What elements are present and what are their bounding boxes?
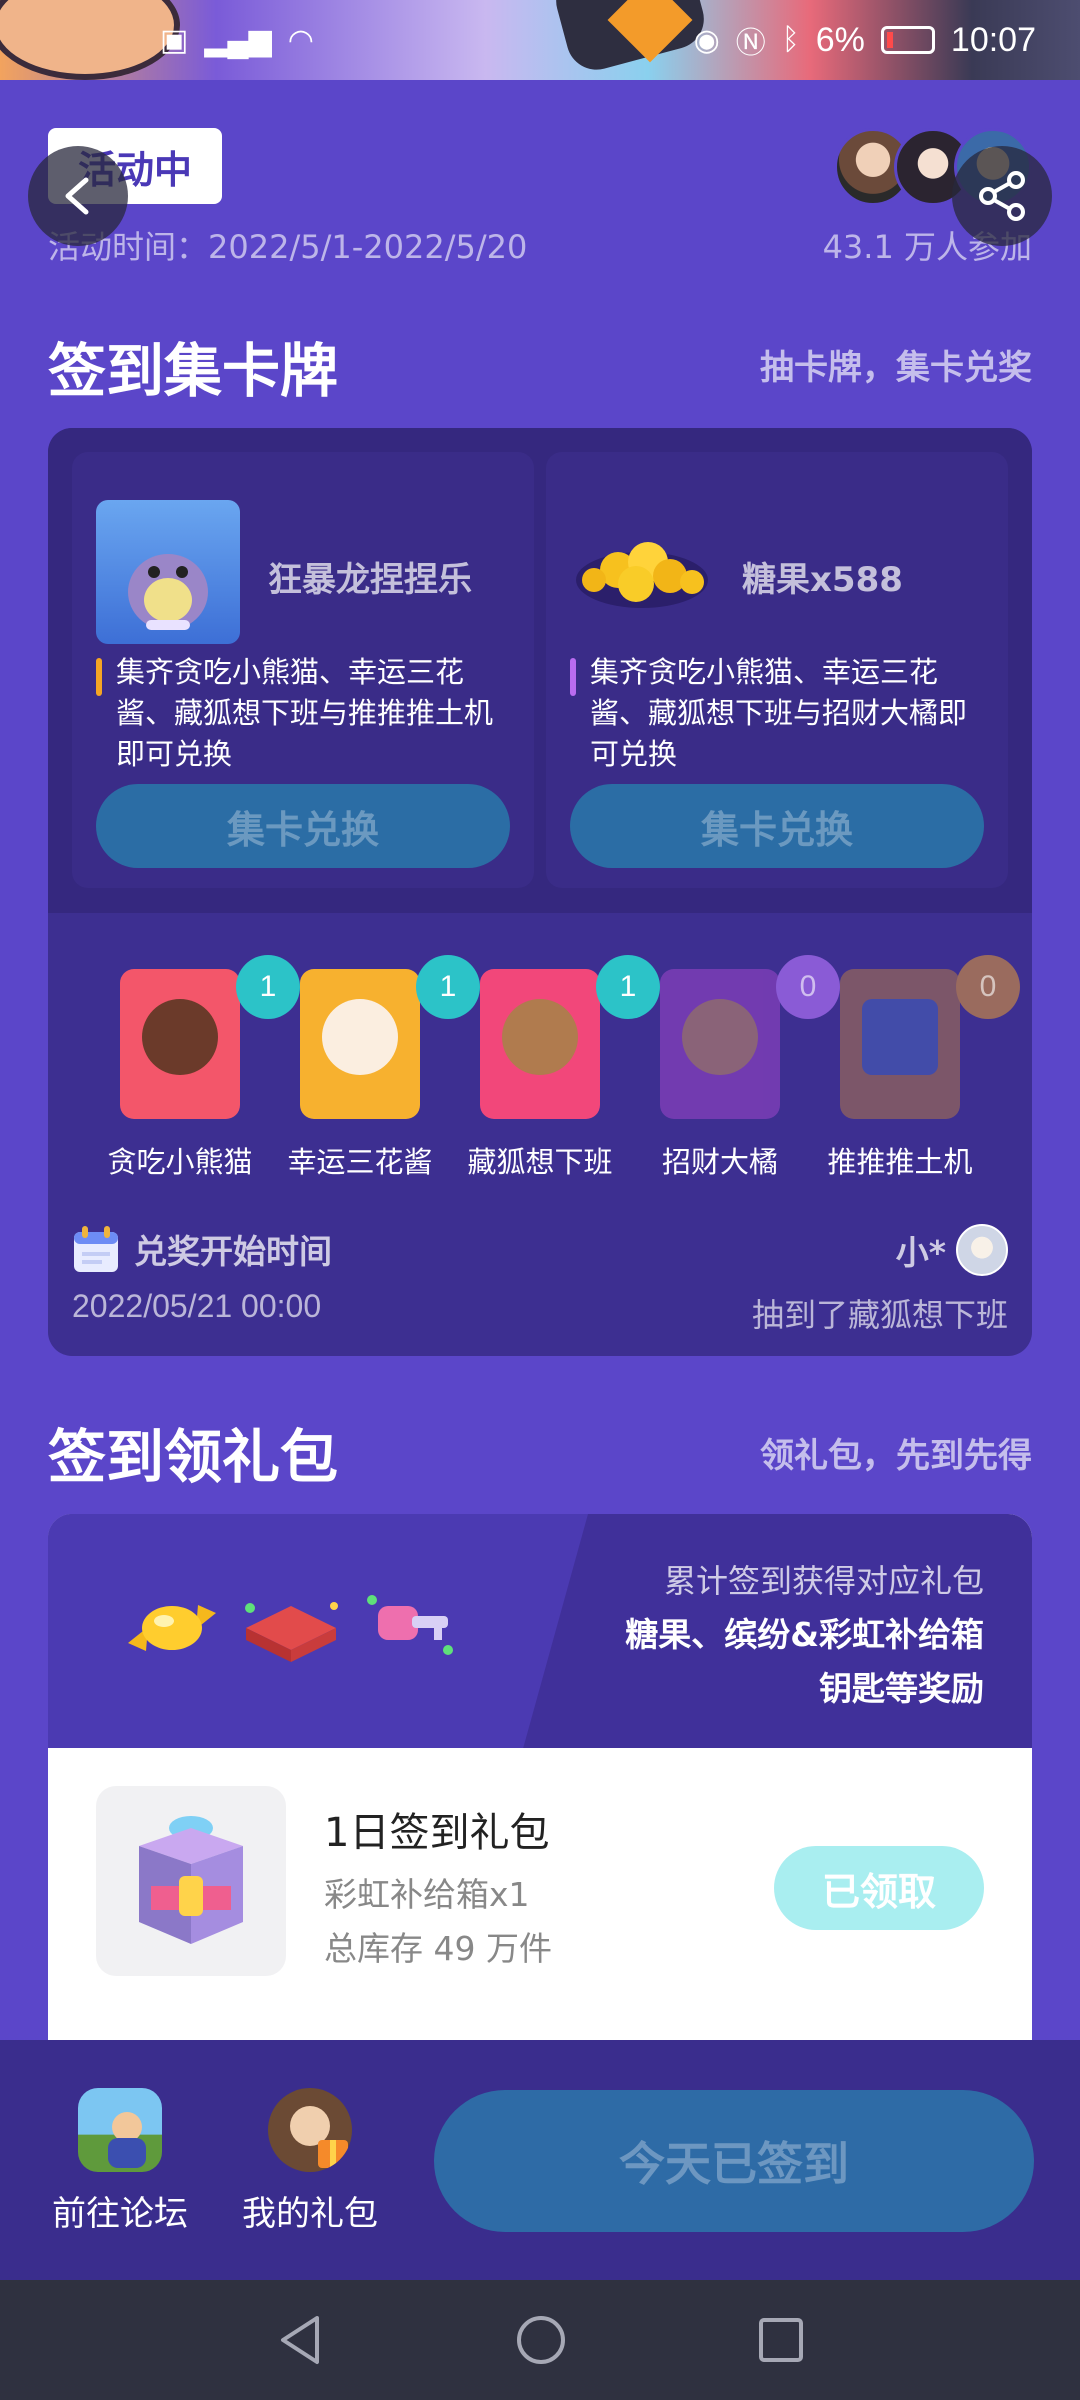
eye-icon: ◉ — [693, 23, 720, 57]
gift-item: 彩虹补给箱x1 — [324, 1875, 530, 1914]
card-collection-row: 1 贪吃小熊猫 1 幸运三花酱 1 藏狐想下班 0 招财大橘 0 推推推土机 — [48, 913, 1032, 1179]
candy-image — [570, 500, 714, 644]
redeem-cards-button[interactable]: 集卡兑换 — [570, 784, 984, 868]
card-label: 幸运三花酱 — [287, 1145, 433, 1179]
gift-item-row: 1日签到礼包 彩虹补给箱x1 总库存 49 万件 已领取 — [48, 1748, 1032, 2048]
reward-description: 集齐贪吃小熊猫、幸运三花酱、藏狐想下班与招财大橘即可兑换 — [570, 652, 990, 775]
candy-icon — [128, 1605, 216, 1651]
home-circle-icon[interactable] — [515, 2314, 567, 2366]
recent-draw-info: 小* 抽到了藏狐想下班 — [752, 1224, 1008, 1336]
bluetooth-icon: ᛒ — [781, 23, 800, 56]
rainbow-supply-box-image — [96, 1786, 286, 1976]
share-button[interactable] — [952, 146, 1052, 246]
card-lucky-orange-cat[interactable]: 0 招财大橘 — [630, 955, 840, 1181]
my-gifts-label: 我的礼包 — [242, 2194, 378, 2234]
gift-title: 1日签到礼包 — [324, 1810, 550, 1856]
signal-icon: ▂▄▆ — [204, 23, 272, 57]
wifi-icon: ◠ — [287, 23, 314, 57]
event-time: 活动时间：2022/5/1-2022/5/20 — [48, 228, 528, 266]
gift-section-title: 签到领礼包 — [48, 1423, 339, 1491]
redeem-cards-button[interactable]: 集卡兑换 — [96, 784, 510, 868]
calendar-icon — [74, 1226, 118, 1272]
reward-dino-toy: 狂暴龙捏捏乐 集齐贪吃小熊猫、幸运三花酱、藏狐想下班与推推推土机即可兑换 集卡兑… — [72, 452, 534, 888]
card-section-subtitle: 抽卡牌，集卡兑奖 — [760, 348, 1032, 388]
back-button[interactable] — [28, 146, 128, 246]
card-section-title: 签到集卡牌 — [48, 337, 339, 405]
gift-banner-line1: 累计签到获得对应礼包 — [663, 1562, 984, 1600]
card-bulldozer[interactable]: 0 推推推土机 — [810, 955, 1020, 1181]
card-image: 1 — [120, 955, 300, 1119]
gift-banner-line2: 糖果、缤纷&彩虹补给箱 — [625, 1615, 984, 1654]
card-label: 推推推土机 — [827, 1145, 973, 1179]
card-tibetan-fox[interactable]: 1 藏狐想下班 — [450, 955, 660, 1181]
supply-box-icon — [245, 1602, 338, 1662]
card-label: 藏狐想下班 — [467, 1145, 613, 1179]
card-image — [840, 969, 960, 1119]
card-panda[interactable]: 1 贪吃小熊猫 — [90, 955, 300, 1181]
card-calico-cat[interactable]: 1 幸运三花酱 — [270, 955, 480, 1181]
reward-candy: 糖果x588 集齐贪吃小熊猫、幸运三花酱、藏狐想下班与招财大橘即可兑换 集卡兑换 — [546, 452, 1008, 888]
recent-user-name: 小* — [895, 1233, 946, 1272]
clock: 10:07 — [950, 20, 1036, 59]
bottom-action-bar: 前往论坛 我的礼包 今天已签到 — [0, 2040, 1080, 2280]
reward-area: 狂暴龙捏捏乐 集齐贪吃小熊猫、幸运三花酱、藏狐想下班与推推推土机即可兑换 集卡兑… — [48, 428, 1032, 913]
battery-icon — [880, 26, 935, 54]
key-icon — [367, 1595, 453, 1655]
share-icon — [979, 171, 1025, 221]
recent-draw-message: 抽到了藏狐想下班 — [751, 1296, 1008, 1334]
claimed-button[interactable]: 已领取 — [774, 1846, 984, 1930]
avatar — [956, 1224, 1008, 1276]
gift-stock: 总库存 49 万件 — [324, 1929, 552, 1968]
gift-box-icon — [268, 2088, 352, 2172]
nfc-icon: Ⓝ — [735, 27, 766, 60]
card-image: 1 — [480, 955, 660, 1119]
redeem-start-label: 兑奖开始时间 — [134, 1232, 332, 1271]
forum-label: 前往论坛 — [52, 2194, 188, 2234]
back-triangle-icon[interactable] — [275, 2314, 325, 2366]
sim-icon: ▣ — [160, 23, 189, 57]
gift-banner: 累计签到获得对应礼包 糖果、缤纷&彩虹补给箱 钥匙等奖励 — [48, 1514, 1032, 1748]
forum-icon — [78, 2088, 162, 2172]
gift-panel: 累计签到获得对应礼包 糖果、缤纷&彩虹补给箱 钥匙等奖励 1日签到礼包 彩虹补给… — [48, 1514, 1032, 2114]
redeem-start-time: 2022/05/21 00:00 — [72, 1288, 322, 1324]
checkin-button[interactable]: 今天已签到 — [434, 2090, 1034, 2232]
reward-description: 集齐贪吃小熊猫、幸运三花酱、藏狐想下班与推推推土机即可兑换 — [96, 652, 516, 775]
status-bar: ▣ ▂▄▆ ◠ ◉ Ⓝ ᛒ 6% 10:07 — [0, 0, 1080, 80]
recents-square-icon[interactable] — [757, 2316, 805, 2364]
gift-banner-line3: 钥匙等奖励 — [819, 1669, 984, 1708]
card-label: 招财大橘 — [661, 1145, 778, 1179]
card-image — [660, 969, 780, 1119]
redeem-start-info: 兑奖开始时间 2022/05/21 00:00 — [72, 1224, 332, 1325]
dino-toy-image — [96, 500, 240, 644]
forum-link[interactable]: 前往论坛 — [40, 2088, 200, 2235]
chevron-left-icon — [65, 177, 89, 215]
card-image: 1 — [300, 955, 480, 1119]
battery-percent: 6% — [815, 20, 865, 59]
gift-section-subtitle: 领礼包，先到先得 — [760, 1436, 1032, 1476]
my-gifts-link[interactable]: 我的礼包 — [230, 2088, 390, 2235]
reward-name: 狂暴龙捏捏乐 — [268, 560, 472, 600]
gift-reward-icons — [124, 1588, 458, 1668]
card-label: 贪吃小熊猫 — [107, 1145, 253, 1179]
reward-name: 糖果x588 — [742, 560, 903, 600]
card-collection-panel: 狂暴龙捏捏乐 集齐贪吃小熊猫、幸运三花酱、藏狐想下班与推推推土机即可兑换 集卡兑… — [48, 428, 1032, 1356]
system-nav-bar — [0, 2280, 1080, 2400]
card-count-badge: 0 — [956, 955, 1020, 1019]
